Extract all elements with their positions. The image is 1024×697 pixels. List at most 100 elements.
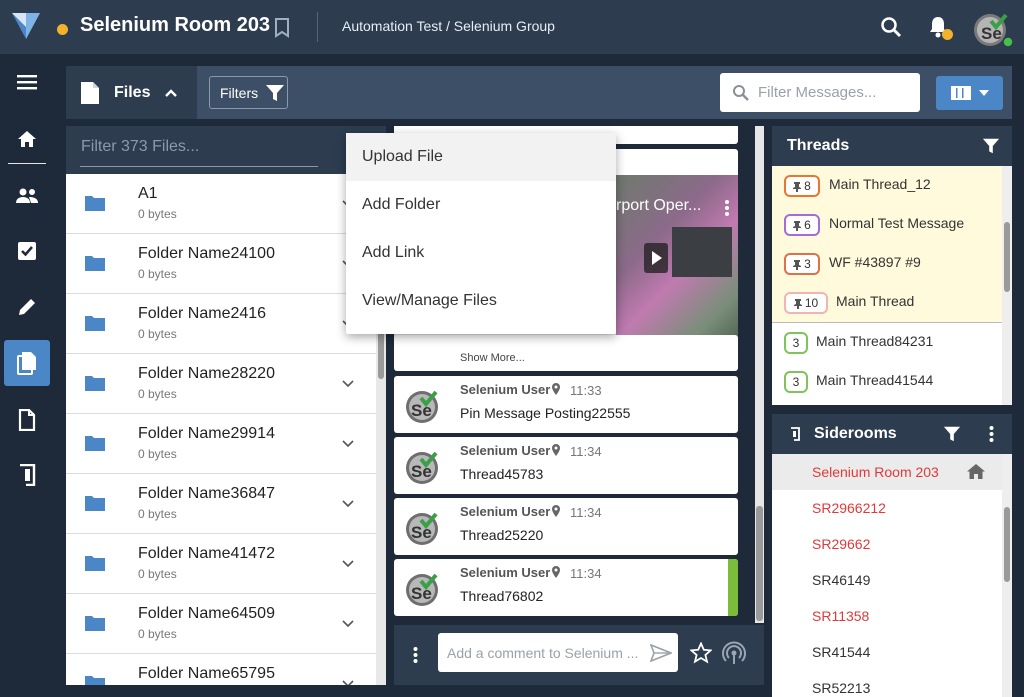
- pencil-icon[interactable]: [4, 284, 50, 330]
- more-options-icon[interactable]: [413, 646, 418, 664]
- thread-count: 3: [792, 375, 800, 389]
- message-card[interactable]: Se Selenium User 11:34 Thread76802: [394, 559, 738, 616]
- threads-scrollbar-thumb[interactable]: [1004, 222, 1010, 292]
- menu-item-view-manage-files[interactable]: View/Manage Files: [346, 277, 616, 325]
- pin-icon: [793, 220, 802, 231]
- sideroom-item[interactable]: SR2966212: [772, 490, 1002, 526]
- filters-button[interactable]: Filters: [209, 76, 288, 109]
- filter-icon[interactable]: [943, 425, 961, 443]
- filter-icon[interactable]: [982, 137, 1000, 155]
- thread-count-badge: 6: [784, 214, 820, 236]
- folder-icon: [84, 614, 106, 632]
- document-icon[interactable]: [4, 397, 50, 443]
- menu-item-upload-file[interactable]: Upload File: [346, 133, 616, 181]
- app-logo-icon[interactable]: [10, 11, 42, 41]
- file-row[interactable]: Folder Name29914 0 bytes: [66, 414, 376, 474]
- file-row[interactable]: Folder Name64509 0 bytes: [66, 594, 376, 654]
- sideroom-item[interactable]: SR46149: [772, 562, 1002, 598]
- send-icon[interactable]: [650, 643, 672, 662]
- file-row[interactable]: Folder Name28220 0 bytes: [66, 354, 376, 414]
- file-size: 0 bytes: [138, 447, 177, 461]
- files-tab-label: Files: [114, 83, 151, 101]
- message-card[interactable]: Se Selenium User 11:34 Thread25220: [394, 498, 738, 555]
- tasks-icon[interactable]: [4, 228, 50, 274]
- breadcrumb[interactable]: Automation Test / Selenium Group: [342, 18, 555, 34]
- file-name: Folder Name2416: [138, 305, 267, 322]
- chevron-down-icon[interactable]: [342, 380, 354, 388]
- thread-row[interactable]: 3 Main Thread41544: [772, 362, 1002, 401]
- chevron-down-icon[interactable]: [342, 500, 354, 508]
- threads-scrollbar[interactable]: [1002, 166, 1012, 405]
- messages-scrollbar[interactable]: [755, 126, 764, 623]
- file-row[interactable]: Folder Name65795: [66, 654, 376, 685]
- notification-badge: [942, 29, 953, 40]
- pin-icon: [793, 259, 802, 270]
- folder-icon: [84, 494, 106, 512]
- folder-icon: [84, 674, 106, 685]
- message-author: Selenium User: [460, 382, 551, 397]
- filter-messages-input[interactable]: Filter Messages...: [720, 73, 920, 112]
- sideroom-item[interactable]: SR29662: [772, 526, 1002, 562]
- header-divider: [317, 12, 318, 42]
- thread-label: WF #43897 #9: [829, 254, 921, 270]
- file-row[interactable]: Folder Name41472 0 bytes: [66, 534, 376, 594]
- filter-files-input[interactable]: Filter 373 Files...: [81, 138, 199, 156]
- chevron-down-icon[interactable]: [342, 620, 354, 628]
- thread-row[interactable]: 8 Main Thread_12: [772, 166, 1002, 205]
- file-name: Folder Name41472: [138, 545, 275, 562]
- people-icon[interactable]: [4, 173, 50, 219]
- more-vertical-icon[interactable]: [724, 199, 730, 217]
- message-card[interactable]: Se Selenium User 11:34 Thread45783: [394, 437, 738, 494]
- siderooms-scrollbar-thumb[interactable]: [1004, 507, 1010, 582]
- sideroom-item[interactable]: SR41544: [772, 634, 1002, 670]
- message-card[interactable]: Se Selenium User 11:33 Pin Message Posting2…: [394, 376, 738, 433]
- message-time: 11:34: [570, 566, 602, 581]
- sideroom-item[interactable]: SR11358: [772, 598, 1002, 634]
- menu-icon[interactable]: [4, 59, 50, 105]
- file-name: Folder Name29914: [138, 425, 275, 442]
- selenium-avatar-icon: Se: [405, 572, 441, 606]
- show-more-link[interactable]: Show More...: [460, 352, 525, 364]
- thread-count-badge: 8: [784, 175, 820, 197]
- file-row[interactable]: Folder Name24100 0 bytes: [66, 234, 376, 294]
- thread-row[interactable]: 10 Main Thread: [772, 283, 1002, 322]
- broadcast-icon[interactable]: [722, 641, 746, 665]
- message-composer: Add a comment to Selenium ...: [394, 625, 764, 685]
- folder-icon: [84, 434, 106, 452]
- file-row[interactable]: Folder Name36847 0 bytes: [66, 474, 376, 534]
- chevron-down-icon[interactable]: [342, 680, 354, 685]
- star-icon[interactable]: [690, 642, 712, 664]
- comment-input[interactable]: Add a comment to Selenium ...: [438, 633, 678, 672]
- left-nav: [0, 54, 54, 697]
- file-row[interactable]: Folder Name2416 0 bytes: [66, 294, 376, 354]
- sideroom-icon[interactable]: [4, 452, 50, 498]
- thread-row[interactable]: 3 WF #43897 #9: [772, 244, 1002, 283]
- file-name: Folder Name65795: [138, 665, 275, 682]
- menu-item-add-folder[interactable]: Add Folder: [346, 181, 616, 229]
- home-icon[interactable]: [966, 463, 986, 480]
- home-icon[interactable]: [4, 116, 50, 162]
- bookmark-icon[interactable]: [274, 18, 290, 38]
- thread-row[interactable]: 3 Main Thread84231: [772, 323, 1002, 362]
- filter-messages-placeholder: Filter Messages...: [758, 84, 877, 101]
- siderooms-scrollbar[interactable]: [1002, 454, 1012, 697]
- menu-item-add-link[interactable]: Add Link: [346, 229, 616, 277]
- file-row[interactable]: A1 0 bytes: [66, 174, 376, 234]
- nav-divider: [8, 163, 46, 164]
- thread-label: Main Thread84231: [816, 333, 934, 349]
- files-icon[interactable]: [4, 340, 50, 386]
- search-icon[interactable]: [880, 16, 902, 38]
- chevron-down-icon[interactable]: [342, 440, 354, 448]
- files-tab[interactable]: Files: [66, 66, 197, 119]
- view-layout-button[interactable]: [936, 76, 1003, 110]
- video-thumbnail: rport Oper...: [616, 175, 738, 352]
- user-avatar[interactable]: Se: [973, 11, 1015, 49]
- sideroom-item[interactable]: SR52213: [772, 670, 1002, 697]
- more-vertical-icon[interactable]: [989, 425, 994, 443]
- pin-icon: [793, 298, 802, 309]
- thread-row[interactable]: 6 Normal Test Message: [772, 205, 1002, 244]
- thread-list: 3 Main Thread84231 3 Main Thread41544: [772, 323, 1002, 405]
- sideroom-item[interactable]: Selenium Room 203: [772, 454, 1002, 490]
- chevron-down-icon[interactable]: [342, 560, 354, 568]
- messages-scrollbar-thumb[interactable]: [756, 506, 763, 621]
